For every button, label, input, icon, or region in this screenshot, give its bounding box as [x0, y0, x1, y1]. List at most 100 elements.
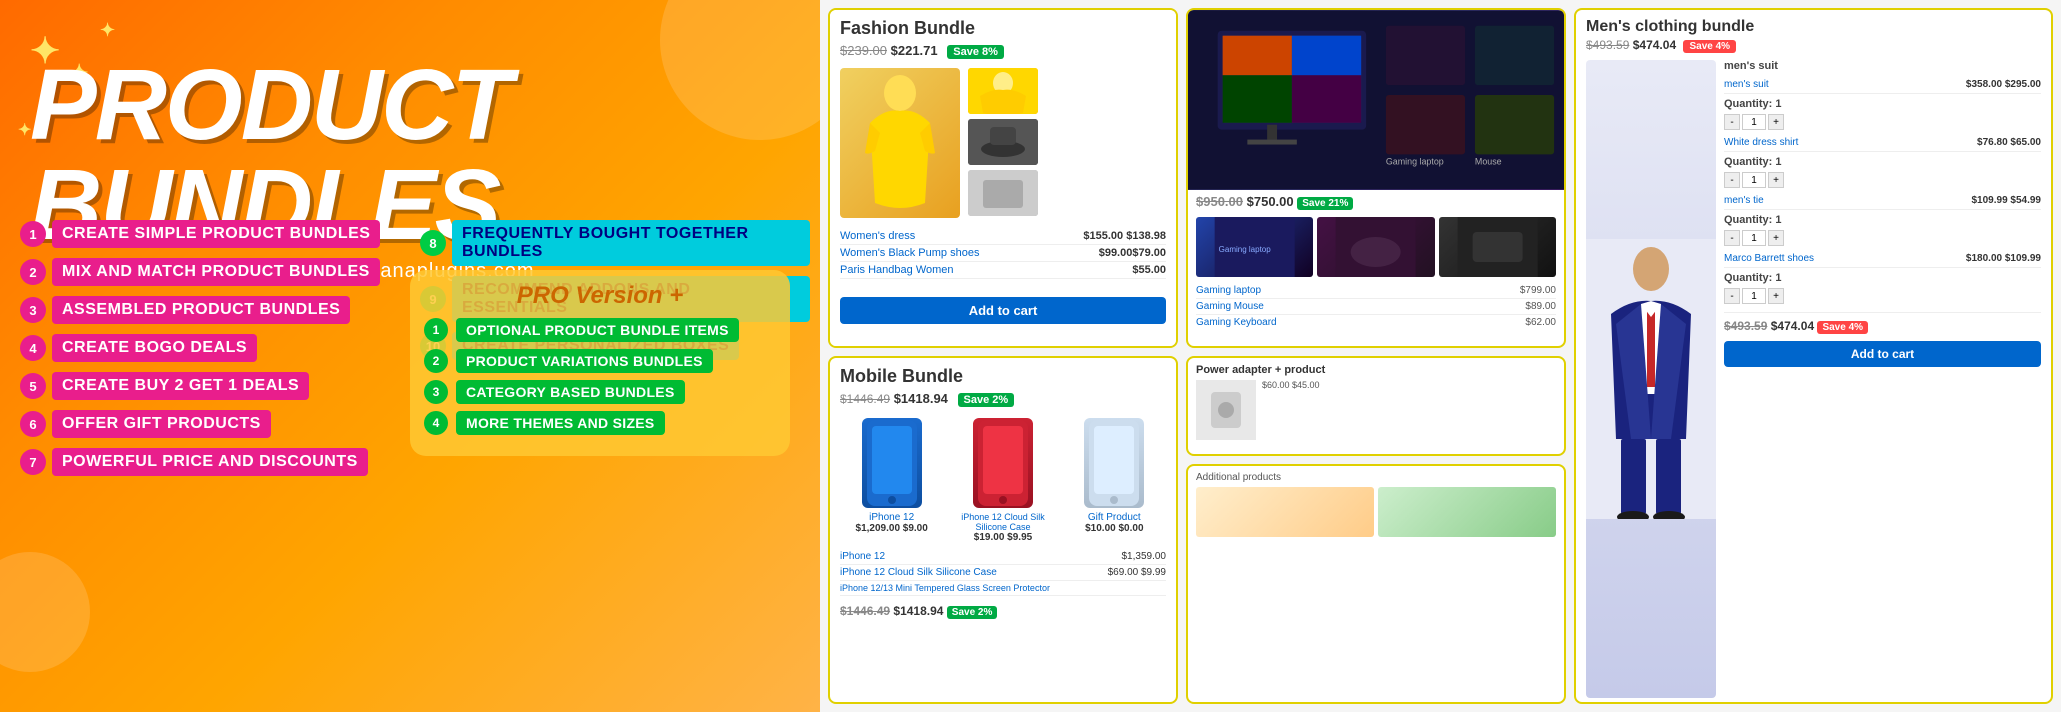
mobile-footer-price: $1446.49 $1418.94 Save 2% — [830, 600, 1176, 622]
mobile-bundle-title: Mobile Bundle — [830, 358, 1176, 391]
gaming-product-rows: Gaming laptop $799.00 Gaming Mouse $89.0… — [1188, 281, 1564, 332]
mobile-product-2: iPhone 12 Cloud Silk Silicone Case $19.0… — [951, 418, 1054, 543]
fashion-thumb-3 — [968, 170, 1038, 216]
mobile-product-3: Gift Product $10.00 $0.00 — [1063, 418, 1166, 543]
feature-item-1: 1 CREATE SIMPLE PRODUCT BUNDLES — [20, 220, 410, 248]
feature-item-3: 3 ASSEMBLED PRODUCT BUNDLES — [20, 296, 410, 324]
svg-text:Mouse: Mouse — [1475, 156, 1502, 166]
feature-item-7: 7 POWERFUL PRICE AND DISCOUNTS — [20, 448, 410, 476]
fashion-main-image — [840, 68, 960, 218]
extra-product-1 — [1196, 487, 1374, 537]
suit-price-bar: $493.59 $474.04 Save 4% — [1576, 38, 2051, 56]
feature-label-6: OFFER GIFT PRODUCTS — [52, 410, 271, 438]
fashion-price-bar: $239.00 $221.71 Save 8% — [830, 43, 1176, 62]
qty-minus-2[interactable]: - — [1724, 172, 1740, 188]
qty-minus-1[interactable]: - — [1724, 114, 1740, 130]
pro-label-1: OPTIONAL PRODUCT BUNDLE ITEMS — [456, 318, 739, 342]
feature-item-5: 5 CREATE BUY 2 GET 1 DEALS — [20, 372, 410, 400]
suit-content: men's suit men's suit $358.00 $295.00 Qu… — [1576, 56, 2051, 702]
screenshot-col-3: Men's clothing bundle $493.59 $474.04 Sa… — [1574, 8, 2053, 704]
pro-item-4: 4 MORE THEMES AND SIZES — [424, 411, 776, 435]
iphone-red-image — [973, 418, 1033, 508]
mobile-bundle-panel: Mobile Bundle $1446.49 $1418.94 Save 2% — [828, 356, 1178, 704]
fashion-old-price: $239.00 — [840, 43, 887, 58]
mobile-products-row: iPhone 12 $1,209.00 $9.00 iPhone 12 Clou… — [830, 412, 1176, 549]
suit-add-to-cart[interactable]: Add to cart — [1724, 341, 2041, 367]
gift-product-image — [1084, 418, 1144, 508]
main-container: ✦ ✦ ✦ ✦ PRODUCT BUNDLES www.asanaplugins… — [0, 0, 2061, 712]
fashion-new-price: $221.71 — [891, 43, 938, 58]
pro-item-1: 1 OPTIONAL PRODUCT BUNDLE ITEMS — [424, 318, 776, 342]
suit-product-row-4: Marco Barrett shoes $180.00 $109.99 — [1724, 250, 2041, 268]
feature-item-6: 6 OFFER GIFT PRODUCTS — [20, 410, 410, 438]
suit-product-list: men's suit men's suit $358.00 $295.00 Qu… — [1724, 60, 2041, 698]
fashion-panel-inner: Fashion Bundle $239.00 $221.71 Save 8% — [830, 10, 1176, 346]
gaming-main-image: Gaming laptop Mouse — [1188, 10, 1564, 190]
feature-num-2: 2 — [20, 259, 46, 285]
feature-item-8: 8 FREQUENTLY BOUGHT TOGETHER BUNDLES — [420, 220, 810, 266]
pro-num-1: 1 — [424, 318, 448, 342]
feature-item-2: 2 MIX AND MATCH PRODUCT BUNDLES — [20, 258, 410, 286]
mobile-badge: Save 2% — [958, 393, 1015, 407]
feature-label-3: ASSEMBLED PRODUCT BUNDLES — [52, 296, 350, 324]
fashion-bundle-title: Fashion Bundle — [830, 10, 1176, 43]
gaming-price-row: $950.00 $750.00 Save 21% — [1188, 190, 1564, 213]
gaming-thumb-3 — [1439, 217, 1556, 277]
fashion-add-to-cart[interactable]: Add to cart — [830, 291, 1176, 330]
feature-num-6: 6 — [20, 411, 46, 437]
suit-product-row-1: men's suit $358.00 $295.00 — [1724, 76, 2041, 94]
pro-label-2: PRODUCT VARIATIONS BUNDLES — [456, 349, 713, 373]
power-adapter-image — [1196, 380, 1256, 440]
svg-text:Gaming laptop: Gaming laptop — [1386, 156, 1444, 166]
fashion-bundle-panel: Fashion Bundle $239.00 $221.71 Save 8% — [828, 8, 1178, 348]
mobile-price-bar: $1446.49 $1418.94 Save 2% — [830, 391, 1176, 412]
fashion-thumbnails — [968, 68, 1038, 218]
screenshot-col-1: Fashion Bundle $239.00 $221.71 Save 8% — [828, 8, 1178, 704]
svg-text:Gaming laptop: Gaming laptop — [1219, 245, 1272, 254]
hero-section: ✦ ✦ ✦ ✦ PRODUCT BUNDLES www.asanaplugins… — [0, 0, 820, 712]
pro-num-2: 2 — [424, 349, 448, 373]
pro-version-title: PRO Version + — [424, 282, 776, 310]
mobile-product-list: iPhone 12 $1,359.00 iPhone 12 Cloud Silk… — [830, 549, 1176, 596]
fashion-badge: Save 8% — [947, 45, 1004, 59]
mobile-product-1: iPhone 12 $1,209.00 $9.00 — [840, 418, 943, 543]
pro-num-4: 4 — [424, 411, 448, 435]
screenshot-col-2: Gaming laptop Mouse $950.00 $750.00 Save… — [1186, 8, 1566, 704]
extra-product-2 — [1378, 487, 1556, 537]
pro-item-3: 3 CATEGORY BASED BUNDLES — [424, 380, 776, 404]
features-right-column: 8 FREQUENTLY BOUGHT TOGETHER BUNDLES 9 R… — [420, 220, 810, 486]
mobile-list-row-1: iPhone 12 $1,359.00 — [840, 549, 1166, 565]
gaming-bundle-panel: Gaming laptop Mouse $950.00 $750.00 Save… — [1186, 8, 1566, 348]
qty-plus-1[interactable]: + — [1768, 114, 1784, 130]
qty-minus-4[interactable]: - — [1724, 288, 1740, 304]
fashion-thumb-2 — [968, 119, 1038, 165]
feature-num-7: 7 — [20, 449, 46, 475]
iphone-blue-image — [862, 418, 922, 508]
qty-plus-4[interactable]: + — [1768, 288, 1784, 304]
extra-panel: Additional products — [1186, 464, 1566, 704]
features-area: 1 CREATE SIMPLE PRODUCT BUNDLES 2 MIX AN… — [20, 220, 810, 486]
gaming-thumbs-row: Gaming laptop — [1188, 213, 1564, 281]
feature-item-4: 4 CREATE BOGO DEALS — [20, 334, 410, 362]
suit-old-price: $493.59 — [1586, 38, 1629, 52]
mobile-old-price: $1446.49 — [840, 392, 890, 406]
feature-num-3: 3 — [20, 297, 46, 323]
qty-plus-2[interactable]: + — [1768, 172, 1784, 188]
feature-label-1: CREATE SIMPLE PRODUCT BUNDLES — [52, 220, 380, 248]
gaming-panel-inner: Gaming laptop Mouse $950.00 $750.00 Save… — [1188, 10, 1564, 346]
suit-panel-inner: Men's clothing bundle $493.59 $474.04 Sa… — [1576, 10, 2051, 702]
fashion-product-row-3: Paris Handbag Women $55.00 — [840, 262, 1166, 279]
qty-minus-3[interactable]: - — [1724, 230, 1740, 246]
feature-label-8: FREQUENTLY BOUGHT TOGETHER BUNDLES — [452, 220, 810, 266]
pro-label-3: CATEGORY BASED BUNDLES — [456, 380, 685, 404]
feature-num-1: 1 — [20, 221, 46, 247]
fashion-product-row-1: Women's dress $155.00 $138.98 — [840, 228, 1166, 245]
qty-plus-3[interactable]: + — [1768, 230, 1784, 246]
feature-label-7: POWERFUL PRICE AND DISCOUNTS — [52, 448, 368, 476]
feature-num-8: 8 — [420, 230, 446, 256]
power-adapter-label: Power adapter + product — [1196, 364, 1556, 376]
screenshots-section: Fashion Bundle $239.00 $221.71 Save 8% — [820, 0, 2061, 712]
feature-num-5: 5 — [20, 373, 46, 399]
gaming-thumb-2 — [1317, 217, 1434, 277]
mobile-list-row-3: iPhone 12/13 Mini Tempered Glass Screen … — [840, 581, 1166, 596]
